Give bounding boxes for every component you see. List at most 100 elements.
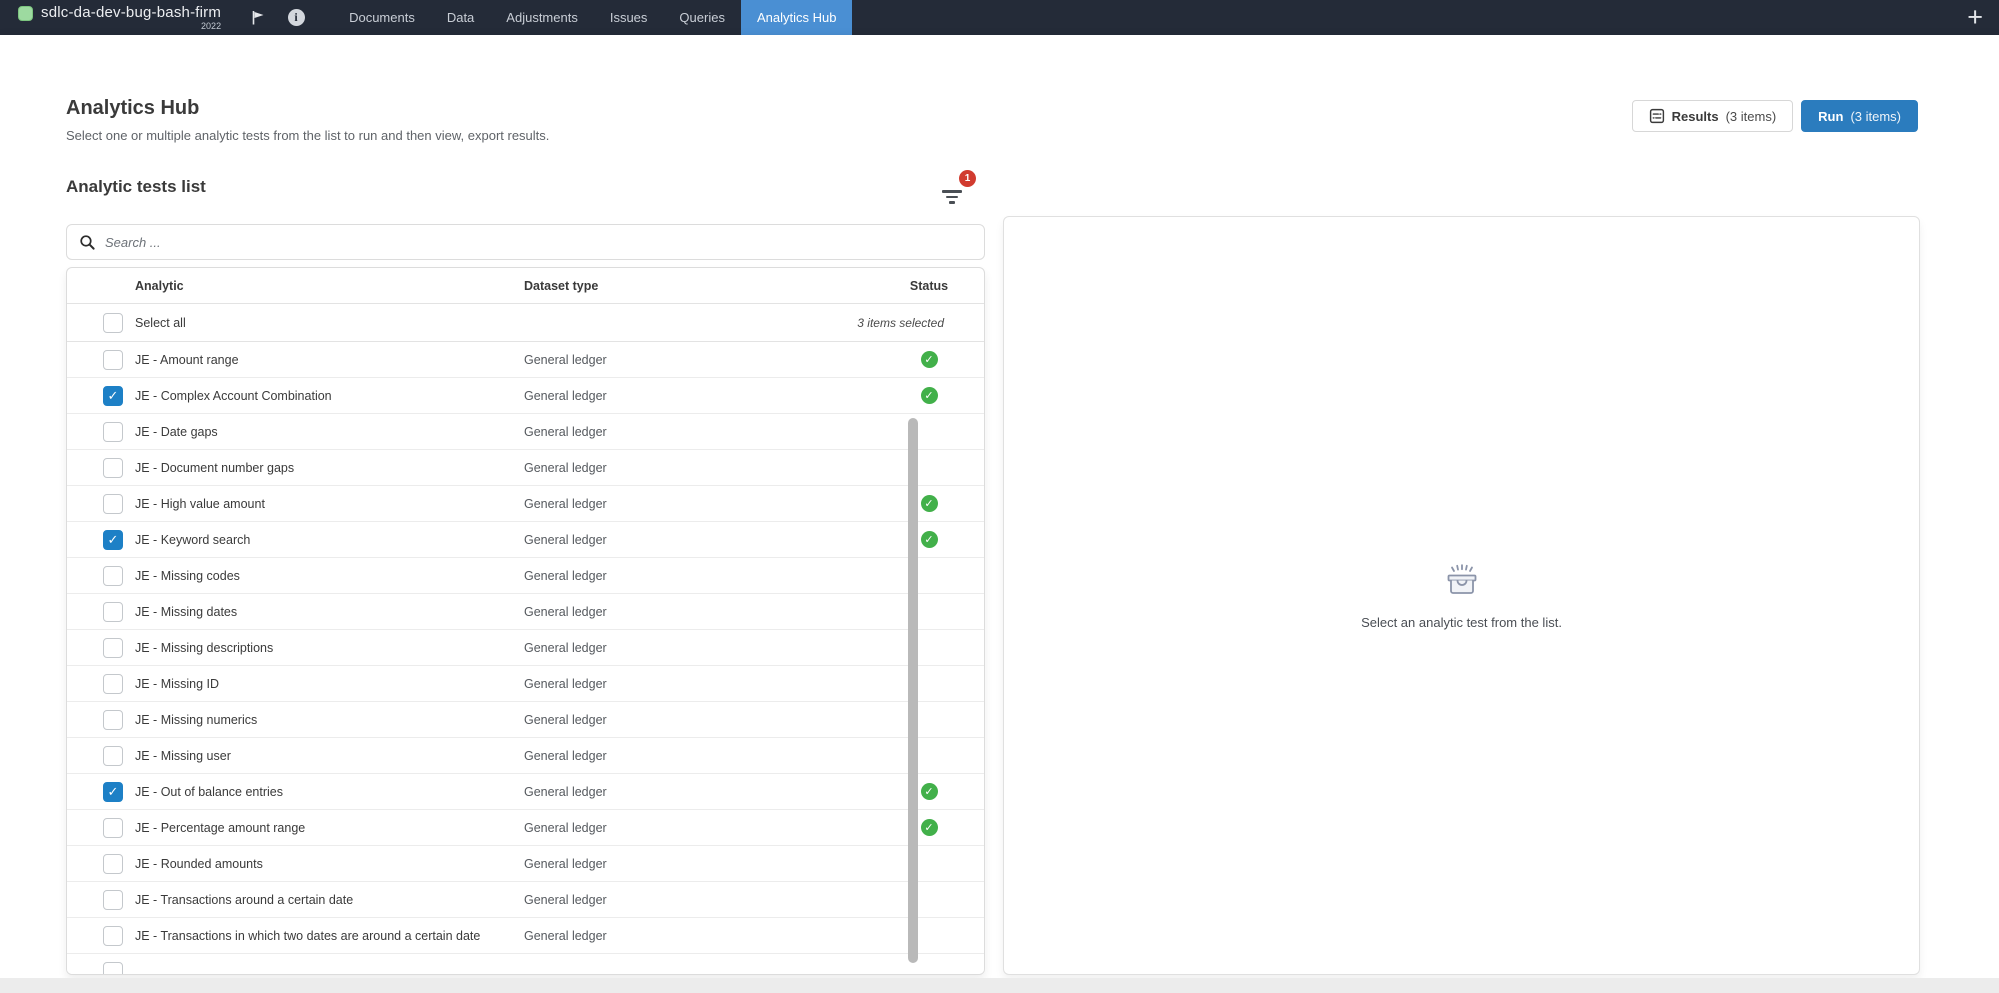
row-checkbox[interactable] (103, 602, 123, 622)
analytic-name: JE - Out of balance entries (135, 785, 524, 799)
dataset-type: General ledger (524, 497, 874, 511)
dataset-type: General ledger (524, 389, 874, 403)
page-title: Analytics Hub (66, 97, 199, 120)
row-checkbox[interactable]: ✓ (103, 782, 123, 802)
analytic-name: JE - Complex Account Combination (135, 389, 524, 403)
row-checkbox[interactable] (103, 350, 123, 370)
row-checkbox[interactable] (103, 746, 123, 766)
test-row[interactable]: ✓JE - Keyword searchGeneral ledger✓ (67, 522, 984, 558)
filter-button[interactable]: 1 (938, 180, 972, 210)
page-bottom-edge (0, 978, 1999, 993)
status-success-icon: ✓ (921, 819, 938, 836)
analytic-tests-table: Analytic Dataset type Status Select all … (66, 267, 985, 975)
dataset-type: General ledger (524, 785, 874, 799)
flag-icon[interactable] (249, 9, 267, 27)
analytic-name: JE - Missing dates (135, 605, 524, 619)
run-button[interactable]: Run (3 items) (1801, 100, 1918, 132)
row-checkbox[interactable] (103, 926, 123, 946)
row-checkbox[interactable] (103, 422, 123, 442)
dataset-type: General ledger (524, 353, 874, 367)
nav-item-adjustments[interactable]: Adjustments (490, 0, 594, 35)
row-checkbox[interactable] (103, 818, 123, 838)
dataset-type: General ledger (524, 713, 874, 727)
row-checkbox[interactable] (103, 494, 123, 514)
nav-item-documents[interactable]: Documents (333, 0, 431, 35)
select-all-checkbox[interactable] (103, 313, 123, 333)
status-cell: ✓ (874, 387, 984, 404)
dataset-type: General ledger (524, 893, 874, 907)
vertical-scrollbar-thumb[interactable] (908, 418, 918, 963)
page-subtitle: Select one or multiple analytic tests fr… (66, 128, 549, 143)
analytic-name: JE - Date gaps (135, 425, 524, 439)
test-row[interactable]: JE - Missing codesGeneral ledger (67, 558, 984, 594)
test-row[interactable]: ✓ JE - Out of balance entriesGeneral ledg… (67, 774, 984, 810)
analytic-name: JE - Percentage amount range (135, 821, 524, 835)
plus-icon[interactable]: + (1951, 0, 1999, 35)
test-row[interactable]: JE - Missing IDGeneral ledger (67, 666, 984, 702)
rows-scroll-area[interactable]: JE - Amount rangeGeneral ledger✓✓JE - Co… (67, 342, 984, 975)
status-cell: ✓ (874, 531, 984, 548)
firm-logo-icon (18, 6, 33, 21)
nav-item-queries[interactable]: Queries (663, 0, 741, 35)
results-button[interactable]: Results (3 items) (1632, 100, 1794, 132)
row-checkbox[interactable] (103, 854, 123, 874)
dataset-type: General ledger (524, 425, 874, 439)
dataset-type: General ledger (524, 857, 874, 871)
test-row[interactable]: JE - Document number gapsGeneral ledger (67, 450, 984, 486)
test-row[interactable]: JE - Transactions around a certain dateG… (67, 882, 984, 918)
analytic-name: JE - Keyword search (135, 533, 524, 547)
dataset-type: General ledger (524, 461, 874, 475)
row-checkbox[interactable] (103, 458, 123, 478)
row-checkbox[interactable] (103, 638, 123, 658)
search-box[interactable] (66, 224, 985, 260)
analytic-name: JE - Transactions around a certain date (135, 893, 524, 907)
test-row[interactable]: JE - Amount rangeGeneral ledger ✓ (67, 342, 984, 378)
analytic-name: JE - Rounded amounts (135, 857, 524, 871)
info-icon[interactable]: i (287, 9, 305, 27)
dataset-type: General ledger (524, 929, 874, 943)
row-checkbox[interactable] (103, 962, 123, 976)
nav-item-issues[interactable]: Issues (594, 0, 664, 35)
test-row[interactable]: JE - Missing numericsGeneral ledger (67, 702, 984, 738)
run-button-count: (3 items) (1850, 109, 1901, 124)
column-header-dataset-type: Dataset type (524, 279, 874, 293)
row-checkbox[interactable] (103, 674, 123, 694)
filter-count-badge: 1 (959, 170, 976, 187)
row-checkbox[interactable] (103, 890, 123, 910)
status-success-icon: ✓ (921, 387, 938, 404)
row-checkbox[interactable]: ✓ (103, 530, 123, 550)
test-row[interactable]: JE - Percentage amount rangeGeneral ledg… (67, 810, 984, 846)
analytic-name: JE - Document number gaps (135, 461, 524, 475)
analytic-name: JE - Missing user (135, 749, 524, 763)
firm-brand[interactable]: sdlc-da-dev-bug-bash-firm 2022 (0, 0, 221, 35)
status-cell: ✓ (874, 495, 984, 512)
test-row[interactable]: JE - Missing userGeneral ledger (67, 738, 984, 774)
run-button-label: Run (1818, 109, 1843, 124)
nav-item-data[interactable]: Data (431, 0, 490, 35)
status-success-icon: ✓ (921, 351, 938, 368)
results-icon (1649, 108, 1665, 124)
dataset-type: General ledger (524, 677, 874, 691)
test-row[interactable] (67, 954, 984, 975)
status-success-icon: ✓ (921, 531, 938, 548)
search-input[interactable] (105, 235, 972, 250)
row-checkbox[interactable] (103, 566, 123, 586)
empty-box-icon (1441, 561, 1483, 601)
analytic-name: JE - Amount range (135, 353, 524, 367)
status-cell: ✓ (874, 819, 984, 836)
test-row[interactable]: JE - High value amountGeneral ledger✓ (67, 486, 984, 522)
test-row[interactable]: ✓ JE - Complex Account CombinationGeneral… (67, 378, 984, 414)
status-success-icon: ✓ (921, 495, 938, 512)
test-row[interactable]: JE - Date gapsGeneral ledger (67, 414, 984, 450)
nav-item-analytics-hub[interactable]: Analytics Hub (741, 0, 852, 35)
row-checkbox[interactable] (103, 710, 123, 730)
test-row[interactable]: JE - Rounded amountsGeneral ledger (67, 846, 984, 882)
list-section-title: Analytic tests list (66, 177, 206, 197)
test-row[interactable]: JE - Transactions in which two dates are… (67, 918, 984, 954)
row-checkbox[interactable]: ✓ (103, 386, 123, 406)
analytic-name: JE - Missing numerics (135, 713, 524, 727)
test-row[interactable]: JE - Missing descriptionsGeneral ledger (67, 630, 984, 666)
dataset-type: General ledger (524, 569, 874, 583)
detail-panel: Select an analytic test from the list. (1003, 216, 1920, 975)
test-row[interactable]: JE - Missing datesGeneral ledger (67, 594, 984, 630)
